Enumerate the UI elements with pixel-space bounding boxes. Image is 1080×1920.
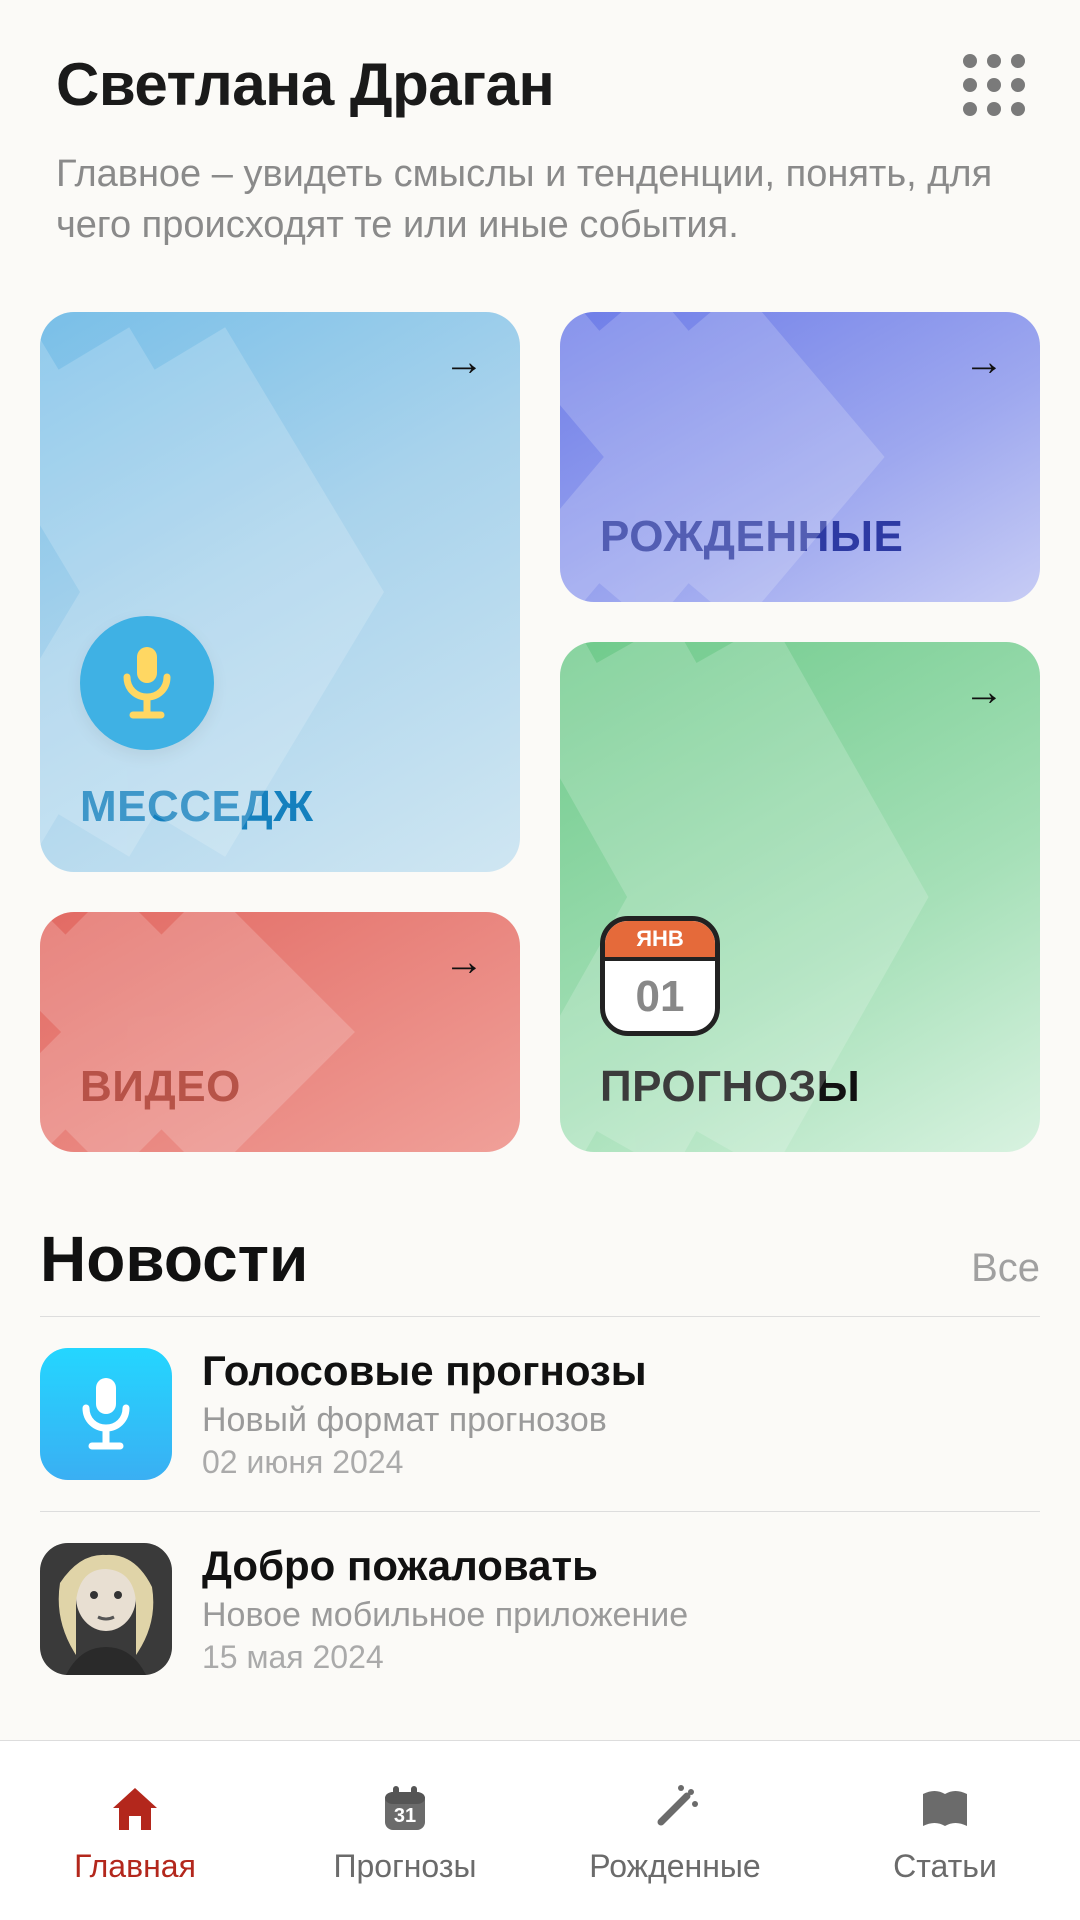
calendar-month: ЯНВ <box>605 921 715 961</box>
news-item-subtitle: Новое мобильное приложение <box>202 1596 1040 1635</box>
card-video-label: ВИДЕО <box>80 1062 480 1112</box>
news-heading: Новости <box>40 1222 308 1296</box>
news-item-subtitle: Новый формат прогнозов <box>202 1401 1040 1440</box>
calendar-icon: 31 <box>373 1776 437 1840</box>
news-item-date: 15 мая 2024 <box>202 1639 1040 1676</box>
card-video[interactable]: → ВИДЕО <box>40 912 520 1152</box>
microphone-icon <box>40 1348 172 1480</box>
arrow-right-icon: → <box>964 670 1004 715</box>
avatar <box>40 1543 172 1675</box>
news-item[interactable]: Голосовые прогнозы Новый формат прогнозо… <box>40 1316 1040 1511</box>
news-item-title: Голосовые прогнозы <box>202 1347 1040 1395</box>
news-item[interactable]: Добро пожаловать Новое мобильное приложе… <box>40 1511 1040 1706</box>
wand-icon <box>643 1776 707 1840</box>
calendar-day: 01 <box>605 961 715 1033</box>
book-icon <box>913 1776 977 1840</box>
card-message[interactable]: → МЕССЕДЖ <box>40 312 520 872</box>
tab-articles[interactable]: Статьи <box>810 1741 1080 1920</box>
tab-label: Рожденные <box>589 1848 760 1885</box>
home-icon <box>103 1776 167 1840</box>
tab-home[interactable]: Главная <box>0 1741 270 1920</box>
tab-bar: Главная 31 Прогнозы Рожденные Статьи <box>0 1740 1080 1920</box>
arrow-right-icon: → <box>444 940 484 985</box>
arrow-right-icon: → <box>964 340 1004 385</box>
tab-forecasts[interactable]: 31 Прогнозы <box>270 1741 540 1920</box>
menu-grid-icon[interactable] <box>964 55 1024 115</box>
page-title: Светлана Драган <box>56 50 554 119</box>
tab-born[interactable]: Рожденные <box>540 1741 810 1920</box>
card-forecast-label: ПРОГНОЗЫ <box>600 1062 1000 1112</box>
arrow-right-icon: → <box>444 340 484 385</box>
svg-text:31: 31 <box>394 1805 416 1827</box>
page-subtitle: Главное – увидеть смыслы и тенденции, по… <box>56 149 1024 252</box>
tab-label: Прогнозы <box>333 1848 476 1885</box>
news-all-link[interactable]: Все <box>971 1246 1040 1291</box>
card-forecast[interactable]: → ЯНВ 01 ПРОГНОЗЫ <box>560 642 1040 1152</box>
news-item-title: Добро пожаловать <box>202 1542 1040 1590</box>
calendar-icon: ЯНВ 01 <box>600 916 720 1036</box>
card-message-label: МЕССЕДЖ <box>80 782 480 832</box>
news-item-date: 02 июня 2024 <box>202 1444 1040 1481</box>
microphone-icon <box>80 616 214 750</box>
card-born-label: РОЖДЕННЫЕ <box>600 512 1000 562</box>
card-born[interactable]: → РОЖДЕННЫЕ <box>560 312 1040 602</box>
tab-label: Статьи <box>893 1848 997 1885</box>
tab-label: Главная <box>74 1848 196 1885</box>
